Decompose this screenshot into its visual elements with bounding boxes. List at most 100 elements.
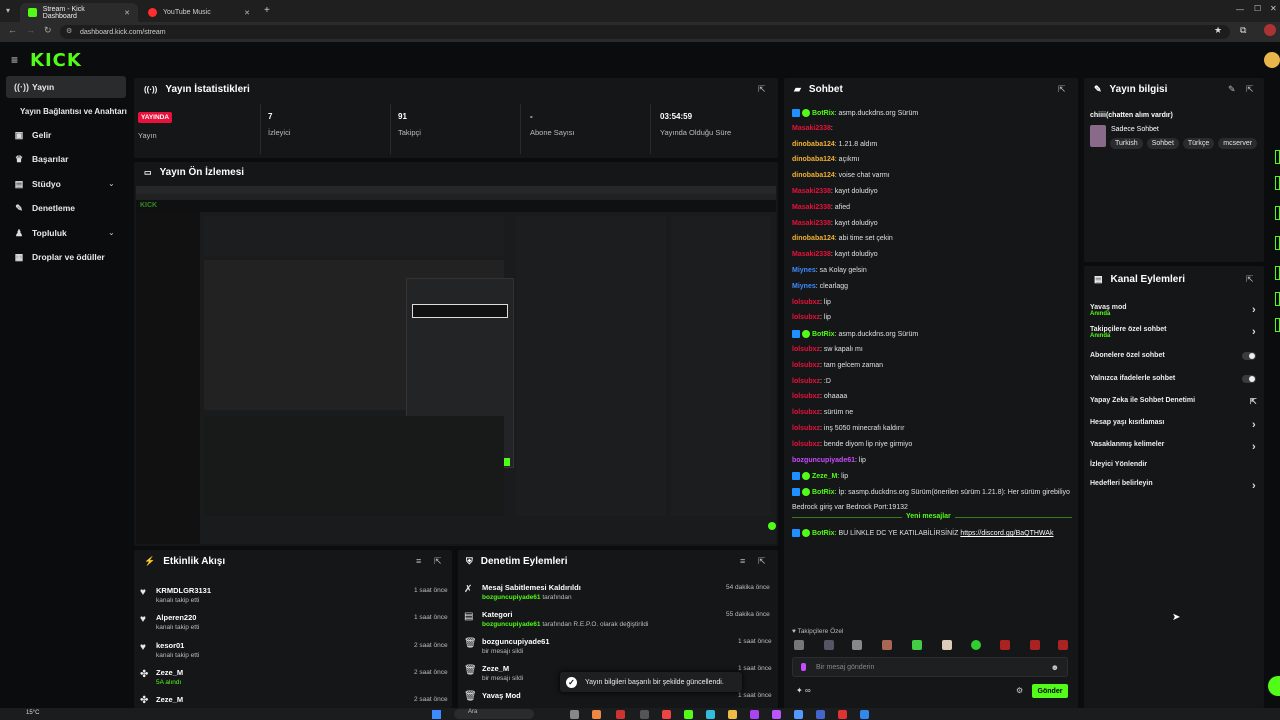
browser-tab-kick[interactable]: Stream - Kick Dashboard ✕ bbox=[20, 3, 138, 22]
chat-username[interactable]: Masaki2338 bbox=[792, 204, 831, 211]
close-tab-icon[interactable]: ✕ bbox=[244, 9, 250, 17]
feed-name[interactable]: Alperen220 bbox=[156, 613, 196, 622]
taskbar-app-icon[interactable] bbox=[662, 710, 671, 719]
chat-username[interactable]: dinobaba124 bbox=[792, 235, 835, 242]
reload-icon[interactable]: ↻ bbox=[44, 25, 52, 36]
chat-username[interactable]: Zeze_M bbox=[812, 473, 837, 480]
popout-icon[interactable]: ⇱ bbox=[1246, 84, 1254, 95]
external-link-icon[interactable]: ⇱ bbox=[1250, 397, 1257, 406]
popout-icon[interactable]: ⇱ bbox=[1058, 84, 1066, 95]
chat-username[interactable]: lolsubxz bbox=[792, 299, 820, 306]
chevron-right-icon[interactable]: › bbox=[1252, 441, 1256, 453]
chevron-down-icon[interactable]: ⌄ bbox=[108, 228, 115, 237]
close-window-icon[interactable]: ✕ bbox=[1270, 4, 1277, 13]
edit-icon[interactable]: ✎ bbox=[1228, 84, 1236, 95]
chat-username[interactable]: lolsubxz bbox=[792, 346, 820, 353]
tab-list-icon[interactable]: ▾ bbox=[6, 6, 10, 15]
chat-settings-icon[interactable]: ⚙ bbox=[1016, 686, 1023, 695]
browser-tab-youtube-music[interactable]: YouTube Music ✕ bbox=[140, 3, 258, 22]
chat-username[interactable]: lolsubxz bbox=[792, 409, 820, 416]
menu-icon[interactable]: ≡ bbox=[11, 53, 18, 67]
kick-logo[interactable]: KICK bbox=[30, 50, 82, 71]
chat-username[interactable]: lolsubxz bbox=[792, 362, 820, 369]
popout-icon[interactable]: ⇱ bbox=[1246, 274, 1254, 285]
emote-icon[interactable] bbox=[882, 640, 892, 650]
new-tab-icon[interactable]: + bbox=[264, 5, 270, 16]
filter-icon[interactable]: ≡ bbox=[416, 556, 421, 566]
taskbar-app-icon[interactable] bbox=[728, 710, 737, 719]
user-avatar[interactable] bbox=[1264, 52, 1280, 68]
sidebar-item-moderation[interactable]: ✎ Denetleme bbox=[6, 197, 126, 219]
chat-username[interactable]: bozguncupiyade61 bbox=[792, 457, 855, 464]
chat-username[interactable]: dinobaba124 bbox=[792, 172, 835, 179]
emoji-icon[interactable]: ☻ bbox=[1051, 663, 1059, 672]
chevron-right-icon[interactable]: › bbox=[1252, 304, 1256, 316]
popout-icon[interactable]: ⇱ bbox=[434, 556, 442, 567]
chat-username[interactable]: Masaki2338 bbox=[792, 220, 831, 227]
chat-username[interactable]: BotRix bbox=[812, 530, 835, 537]
points-indicator[interactable]: ✦ ∞ bbox=[796, 686, 811, 695]
channel-action-row[interactable]: Hedefleri belirleyin › bbox=[1090, 480, 1260, 492]
forward-icon[interactable]: → bbox=[26, 25, 35, 35]
popout-icon[interactable]: ⇱ bbox=[758, 84, 766, 95]
discord-link[interactable]: https://discord.gg/BaQTHWAk bbox=[960, 530, 1053, 537]
chevron-right-icon[interactable]: › bbox=[1252, 419, 1256, 431]
feed-name[interactable]: Zeze_M bbox=[156, 668, 183, 677]
back-icon[interactable]: ← bbox=[8, 25, 17, 35]
weather-widget[interactable]: 15°C bbox=[26, 710, 39, 716]
chat-username[interactable]: dinobaba124 bbox=[792, 156, 835, 163]
channel-action-row[interactable]: Yapay Zeka ile Sohbet Denetimi ⇱ bbox=[1090, 397, 1260, 406]
emote-icon[interactable] bbox=[1058, 640, 1068, 650]
channel-action-row[interactable]: Hesap yaşı kısıtlaması › bbox=[1090, 419, 1260, 431]
taskbar-app-icon[interactable] bbox=[794, 710, 803, 719]
chat-username[interactable]: dinobaba124 bbox=[792, 141, 835, 148]
taskbar-app-icon[interactable] bbox=[616, 710, 625, 719]
feed-name[interactable]: Zeze_M bbox=[156, 695, 183, 704]
stream-preview-video[interactable]: KICK bbox=[136, 186, 776, 544]
chat-username[interactable]: BotRix bbox=[812, 331, 835, 338]
emote-icon[interactable] bbox=[971, 640, 981, 650]
send-button[interactable]: Gönder bbox=[1032, 684, 1068, 698]
extensions-icon[interactable]: ⧉ bbox=[1240, 25, 1246, 36]
chat-username[interactable]: Masaki2338 bbox=[792, 125, 831, 132]
channel-action-row[interactable]: Yalnızca ifadelerle sohbet bbox=[1090, 375, 1260, 383]
chat-username[interactable]: BotRix bbox=[812, 110, 835, 117]
emote-icon[interactable] bbox=[794, 640, 804, 650]
sidebar-item-stream[interactable]: ((·)) Yayın bbox=[6, 76, 126, 98]
channel-action-row[interactable]: Yasaklanmış kelimeler › bbox=[1090, 441, 1260, 453]
taskbar-app-icon[interactable] bbox=[684, 710, 693, 719]
taskbar-app-icon[interactable] bbox=[592, 710, 601, 719]
site-info-icon[interactable]: ⚙ bbox=[66, 27, 72, 35]
bookmark-star-icon[interactable]: ★ bbox=[1214, 25, 1222, 36]
chat-username[interactable]: BotRix bbox=[812, 489, 835, 496]
chat-username[interactable]: lolsubxz bbox=[792, 314, 820, 321]
profile-avatar[interactable] bbox=[1264, 24, 1276, 36]
emote-icon[interactable] bbox=[852, 640, 862, 650]
channel-action-row[interactable]: Abonelere özel sohbet bbox=[1090, 352, 1260, 360]
taskbar-app-icon[interactable] bbox=[860, 710, 869, 719]
taskbar-app-icon[interactable] bbox=[838, 710, 847, 719]
filter-icon[interactable]: ≡ bbox=[740, 556, 745, 566]
emote-icon[interactable] bbox=[824, 640, 834, 650]
feed-name[interactable]: KRMDLGR3131 bbox=[156, 586, 211, 595]
taskbar-app-icon[interactable] bbox=[772, 710, 781, 719]
taskbar-app-icon[interactable] bbox=[640, 710, 649, 719]
sidebar-item-revenue[interactable]: ▣ Gelir bbox=[6, 124, 126, 146]
start-icon[interactable] bbox=[432, 710, 441, 719]
channel-action-row[interactable]: Takipçilere özel sohbet Anında › bbox=[1090, 326, 1260, 339]
chat-username[interactable]: Masaki2338 bbox=[792, 188, 831, 195]
emote-icon[interactable] bbox=[912, 640, 922, 650]
taskbar-app-icon[interactable] bbox=[570, 710, 579, 719]
taskbar-app-icon[interactable] bbox=[750, 710, 759, 719]
channel-action-row[interactable]: Yavaş mod Anında › bbox=[1090, 304, 1260, 317]
chat-username[interactable]: lolsubxz bbox=[792, 378, 820, 385]
url-input[interactable]: dashboard.kick.com/stream bbox=[60, 25, 1230, 39]
mod-action-name[interactable]: Zeze_M bbox=[482, 664, 509, 673]
close-tab-icon[interactable]: ✕ bbox=[124, 9, 130, 17]
channel-action-row[interactable]: İzleyici Yönlendir bbox=[1090, 461, 1260, 468]
toggle-switch[interactable] bbox=[1242, 352, 1256, 360]
taskbar-search[interactable]: Ara bbox=[454, 709, 534, 719]
sidebar-item-stream-key[interactable]: Yayın Bağlantısı ve Anahtarı bbox=[12, 100, 132, 122]
popout-icon[interactable]: ⇱ bbox=[758, 556, 766, 567]
chat-username[interactable]: lolsubxz bbox=[792, 441, 820, 448]
